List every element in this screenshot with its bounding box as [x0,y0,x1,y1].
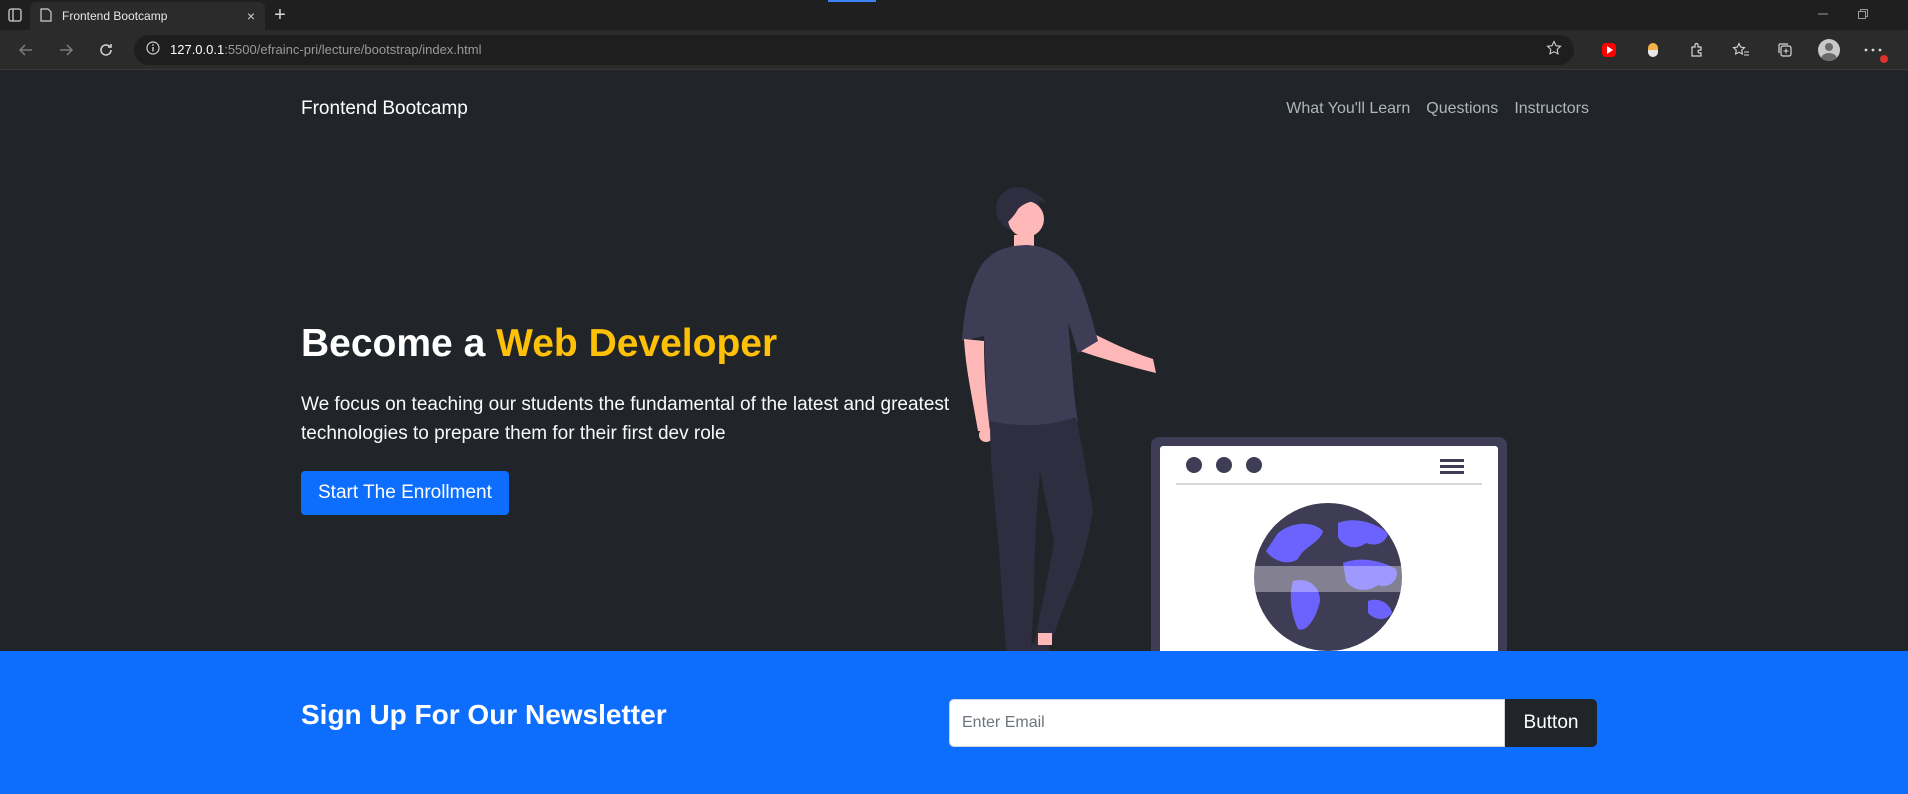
nav-link-questions[interactable]: Questions [1426,100,1498,118]
hero-lead: We focus on teaching our students the fu… [301,393,950,445]
navbar-brand[interactable]: Frontend Bootcamp [301,98,468,120]
url-path: :5500/efrainc-pri/lecture/bootstrap/inde… [224,42,482,57]
newsletter-title: Sign Up For Our Newsletter [301,699,667,730]
pill-extension-icon[interactable] [1640,37,1666,63]
hero-title: Become a Web Developer [301,321,961,368]
hero-title-prefix: Become a [301,322,497,365]
url-host: 127.0.0.1 [170,42,225,57]
site-info-icon[interactable] [146,41,160,58]
browser-tab-bar: Frontend Bootcamp × + [0,0,1908,30]
hamburger-icon [1440,459,1464,474]
hero-section: Become a Web Developer We focus on teach… [301,321,961,515]
new-tab-button[interactable]: + [265,0,295,30]
nav-links: What You'll Learn Questions Instructors [1286,100,1589,118]
close-tab-icon[interactable]: × [247,8,255,24]
add-favorite-icon[interactable] [1546,40,1562,59]
extensions-icon[interactable] [1684,37,1710,63]
person-illustration [962,187,1156,708]
more-menu-icon[interactable] [1860,37,1888,63]
newsletter-submit-button[interactable]: Button [1505,699,1597,747]
notification-badge [1880,54,1888,63]
youtube-extension-icon[interactable] [1596,37,1622,63]
email-input[interactable] [949,699,1505,747]
minimize-icon[interactable] [1818,8,1828,22]
start-enrollment-button[interactable]: Start The Enrollment [301,470,509,515]
browser-toolbar: 127.0.0.1:5500/efrainc-pri/lecture/boots… [0,30,1908,70]
collections-icon[interactable] [1772,37,1798,63]
favorites-icon[interactable] [1728,37,1754,63]
tab-actions-icon[interactable] [0,0,30,30]
address-bar[interactable]: 127.0.0.1:5500/efrainc-pri/lecture/boots… [134,34,1574,65]
url-text[interactable]: 127.0.0.1:5500/efrainc-pri/lecture/boots… [170,42,1536,57]
hero-title-accent: Web Developer [496,322,778,365]
back-icon[interactable] [8,35,44,65]
loading-indicator [828,0,876,2]
newsletter-form: Button [949,699,1597,747]
web-page: Frontend Bootcamp What You'll Learn Ques… [0,71,1908,794]
developer-illustration [948,187,1598,721]
nav-link-what-youll-learn[interactable]: What You'll Learn [1286,100,1410,118]
window-controls [1818,0,1908,30]
refresh-icon[interactable] [88,35,124,65]
browser-tab[interactable]: Frontend Bootcamp × [30,2,265,30]
site-navbar: Frontend Bootcamp What You'll Learn Ques… [301,71,1589,147]
page-favicon-icon [40,7,52,25]
profile-avatar-icon[interactable] [1816,37,1842,63]
globe-icon [1254,503,1402,651]
newsletter-section: Sign Up For Our Newsletter Button [0,651,1908,794]
forward-icon[interactable] [48,35,84,65]
restore-icon[interactable] [1858,8,1868,22]
tab-title: Frontend Bootcamp [62,9,168,23]
nav-link-instructors[interactable]: Instructors [1514,100,1589,118]
